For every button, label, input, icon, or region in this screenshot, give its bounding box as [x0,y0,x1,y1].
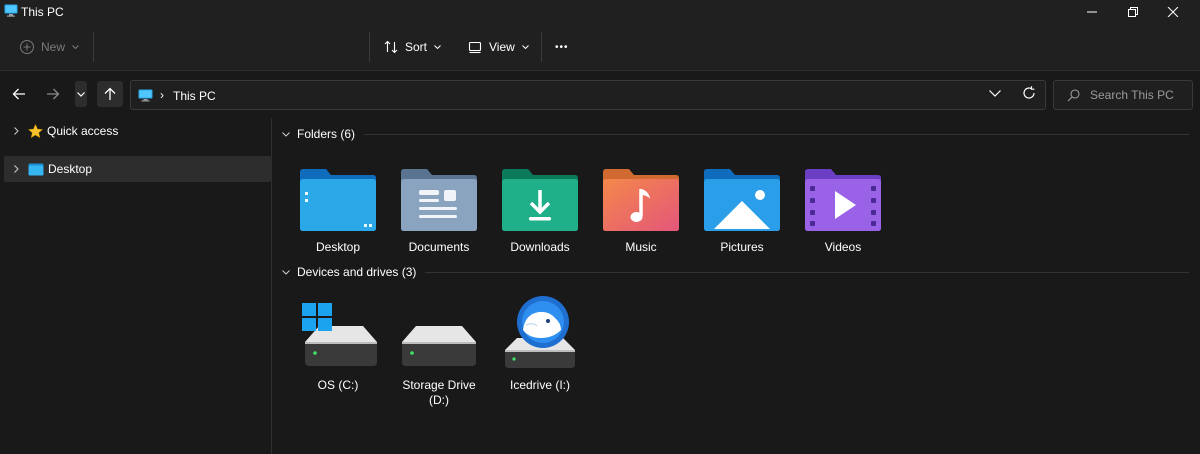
folder-label: Pictures [720,240,764,254]
sort-button[interactable]: Sort [383,34,441,60]
group-header-devices-and-drives[interactable]: Devices and drives (3) [281,263,1189,281]
sort-label: Sort [405,40,428,54]
forward-button[interactable] [40,81,66,107]
desktop-folder-icon [28,163,44,176]
hard-drive-icon [402,326,476,366]
arrow-left-icon [12,88,25,100]
folder-tile-desktop[interactable]: Desktop [292,148,384,255]
refresh-icon [1023,86,1035,99]
toolbar-divider [369,32,370,62]
chevron-down-icon [434,45,441,49]
close-icon [1167,7,1179,17]
refresh-button[interactable] [1016,80,1042,106]
sidebar-item-quick-access[interactable]: Quick access [4,118,271,144]
drive-label: OS (C:) [317,378,359,392]
sidebar-item-label: Quick access [47,124,119,138]
desktop-folder-icon [300,169,376,231]
more-options-icon: ••• [555,41,569,53]
navigation-bar: › This PC [0,72,1200,118]
collapse-chevron-icon [281,269,291,275]
search-input[interactable] [1090,87,1190,103]
search-box[interactable] [1053,80,1193,110]
breadcrumb-separator: › [160,88,164,102]
icedrive-drive-icon [505,296,575,368]
new-label: New [41,40,66,54]
add-icon [20,40,34,54]
title-bar: This PC [0,0,1200,24]
view-label: View [489,40,515,54]
sidebar-item-desktop[interactable]: Desktop [4,156,271,182]
more-options-button[interactable]: ••• [555,34,569,60]
group-divider [364,133,1189,135]
recent-locations-button[interactable] [75,81,87,107]
folder-tile-videos[interactable]: Videos [797,148,889,255]
folder-tile-downloads[interactable]: Downloads [494,148,586,255]
toolbar-divider [541,32,542,62]
view-button[interactable]: View [467,34,529,60]
chevron-down-icon [77,91,85,97]
folder-label: Videos [824,240,862,254]
group-label: Devices and drives (3) [297,265,417,279]
up-button[interactable] [97,81,123,107]
expand-chevron-icon[interactable] [8,127,24,135]
videos-folder-icon [805,169,881,231]
folder-tile-pictures[interactable]: Pictures [696,148,788,255]
drive-label: Storage Drive (D:) [402,378,476,407]
search-icon [1067,89,1080,102]
address-bar[interactable]: › This PC [130,80,1046,110]
close-button[interactable] [1153,0,1193,24]
address-history-button[interactable] [982,80,1008,106]
window-title: This PC [21,5,64,19]
star-icon [28,123,43,139]
folder-label: Desktop [315,240,361,254]
view-icon [468,41,482,54]
group-divider [425,271,1189,273]
restore-button[interactable] [1113,0,1153,24]
this-pc-icon [138,89,153,102]
arrow-up-icon [104,87,116,100]
expand-chevron-icon[interactable] [8,165,24,173]
content-pane: Folders (6) Desktop Documents Downloads … [273,118,1200,454]
minimize-icon [1087,11,1097,13]
back-button[interactable] [6,81,32,107]
folder-label: Downloads [510,240,570,254]
pictures-folder-icon [704,169,780,231]
breadcrumb-this-pc[interactable]: This PC [173,89,216,103]
drive-tile-os-c[interactable]: OS (C:) [292,286,384,393]
folder-label: Music [625,240,657,254]
folder-tile-documents[interactable]: Documents [393,148,485,255]
music-folder-icon [603,169,679,231]
collapse-chevron-icon [281,131,291,137]
drive-tile-icedrive-i[interactable]: Icedrive (I:) [494,286,586,393]
sidebar-item-label: Desktop [48,162,93,176]
documents-folder-icon [401,169,477,231]
chevron-down-icon [72,45,79,49]
navigation-pane: Quick access Desktop [0,118,272,454]
folder-tile-music[interactable]: Music [595,148,687,255]
group-label: Folders (6) [297,127,356,141]
drive-tile-storage-d[interactable]: Storage Drive (D:) [393,286,485,408]
group-header-folders[interactable]: Folders (6) [281,125,1189,143]
new-button[interactable]: New [19,34,79,60]
drive-label: Icedrive (I:) [509,378,570,392]
minimize-button[interactable] [1072,0,1112,24]
command-bar: New Sort View ••• [0,24,1200,71]
folder-label: Documents [408,240,470,254]
this-pc-icon [4,4,18,17]
restore-icon [1128,7,1138,17]
downloads-folder-icon [502,169,578,231]
sort-icon [384,40,398,54]
toolbar-divider [93,32,94,62]
chevron-down-icon [521,45,529,49]
windows-drive-icon [302,303,377,366]
chevron-down-icon [989,89,1001,97]
arrow-right-icon [47,88,60,100]
